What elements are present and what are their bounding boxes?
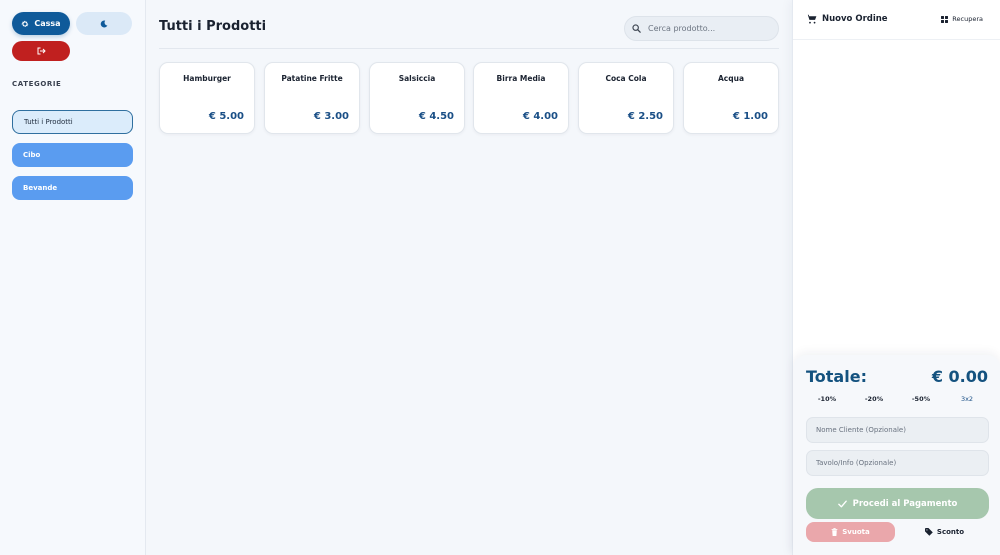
page-title: Tutti i Prodotti bbox=[159, 19, 267, 34]
order-summary: Totale: € 0.00 -10% -20% -50% 3x2 Proced… bbox=[793, 355, 1000, 555]
product-name: Coca Cola bbox=[605, 74, 647, 83]
proceed-payment-label: Procedi al Pagamento bbox=[852, 498, 958, 509]
category-label: Bevande bbox=[23, 184, 58, 192]
discount-10-button[interactable]: -10% bbox=[807, 395, 847, 403]
product-card-patatine-fritte[interactable]: Patatine Fritte € 3.00 bbox=[264, 62, 360, 134]
discount-button[interactable]: Sconto bbox=[900, 522, 989, 542]
discount-20-button[interactable]: -20% bbox=[854, 395, 894, 403]
logout-button[interactable] bbox=[12, 41, 70, 61]
product-name: Acqua bbox=[717, 74, 745, 83]
total-value: € 0.00 bbox=[931, 367, 988, 386]
product-card-acqua[interactable]: Acqua € 1.00 bbox=[683, 62, 779, 134]
product-name: Hamburger bbox=[183, 74, 231, 83]
search-box[interactable]: Cerca prodotto... bbox=[624, 16, 779, 41]
order-title: Nuovo Ordine bbox=[806, 14, 888, 24]
search-input[interactable]: Cerca prodotto... bbox=[648, 24, 715, 33]
search-icon bbox=[632, 24, 641, 33]
clear-order-label: Svuota bbox=[842, 528, 870, 536]
logout-icon bbox=[37, 47, 46, 55]
product-card-birra-media[interactable]: Birra Media € 4.00 bbox=[473, 62, 569, 134]
total-label: Totale: bbox=[806, 367, 867, 386]
check-icon bbox=[837, 500, 847, 508]
product-price: € 4.00 bbox=[522, 111, 558, 122]
trash-icon bbox=[831, 528, 838, 536]
product-card-coca-cola[interactable]: Coca Cola € 2.50 bbox=[578, 62, 674, 134]
tag-icon bbox=[924, 528, 933, 536]
product-name: Birra Media bbox=[496, 74, 546, 83]
product-price: € 4.50 bbox=[418, 111, 454, 122]
product-price: € 3.00 bbox=[313, 111, 349, 122]
discount-label: Sconto bbox=[936, 528, 965, 536]
discount-3x2-button[interactable]: 3x2 bbox=[947, 395, 987, 403]
recover-label: Recupera bbox=[952, 15, 983, 23]
product-price: € 1.00 bbox=[732, 111, 768, 122]
categories-heading: CATEGORIE bbox=[12, 80, 62, 88]
product-card-salsiccia[interactable]: Salsiccia € 4.50 bbox=[369, 62, 465, 134]
order-header: Nuovo Ordine Recupera bbox=[793, 0, 1000, 40]
recover-button[interactable]: Recupera bbox=[941, 15, 983, 23]
category-all-products[interactable]: Tutti i Prodotti bbox=[12, 110, 133, 134]
table-info-input[interactable] bbox=[806, 450, 989, 476]
theme-toggle-button[interactable] bbox=[76, 12, 132, 35]
header-divider bbox=[159, 48, 779, 49]
gear-icon bbox=[21, 20, 29, 28]
product-card-hamburger[interactable]: Hamburger € 5.00 bbox=[159, 62, 255, 134]
product-name: Salsiccia bbox=[398, 74, 436, 83]
sidebar: Cassa CATEGORIE Tutti i Prodotti Cibo Be… bbox=[0, 0, 146, 555]
category-label: Cibo bbox=[23, 151, 41, 159]
product-price: € 5.00 bbox=[208, 111, 244, 122]
order-title-text: Nuovo Ordine bbox=[822, 14, 888, 24]
category-label: Tutti i Prodotti bbox=[24, 118, 73, 126]
moon-icon bbox=[100, 19, 108, 28]
cassa-label: Cassa bbox=[34, 19, 61, 28]
cassa-button[interactable]: Cassa bbox=[12, 12, 70, 35]
category-drinks[interactable]: Bevande bbox=[12, 176, 133, 200]
discount-50-button[interactable]: -50% bbox=[901, 395, 941, 403]
product-name: Patatine Fritte bbox=[281, 74, 343, 83]
customer-name-input[interactable] bbox=[806, 417, 989, 443]
cart-icon bbox=[806, 14, 817, 24]
clear-order-button[interactable]: Svuota bbox=[806, 522, 895, 542]
order-panel: Nuovo Ordine Recupera Totale: € 0.00 -10… bbox=[792, 0, 1000, 555]
category-food[interactable]: Cibo bbox=[12, 143, 133, 167]
grid-icon bbox=[941, 15, 949, 23]
product-price: € 2.50 bbox=[627, 111, 663, 122]
proceed-payment-button[interactable]: Procedi al Pagamento bbox=[806, 488, 989, 519]
